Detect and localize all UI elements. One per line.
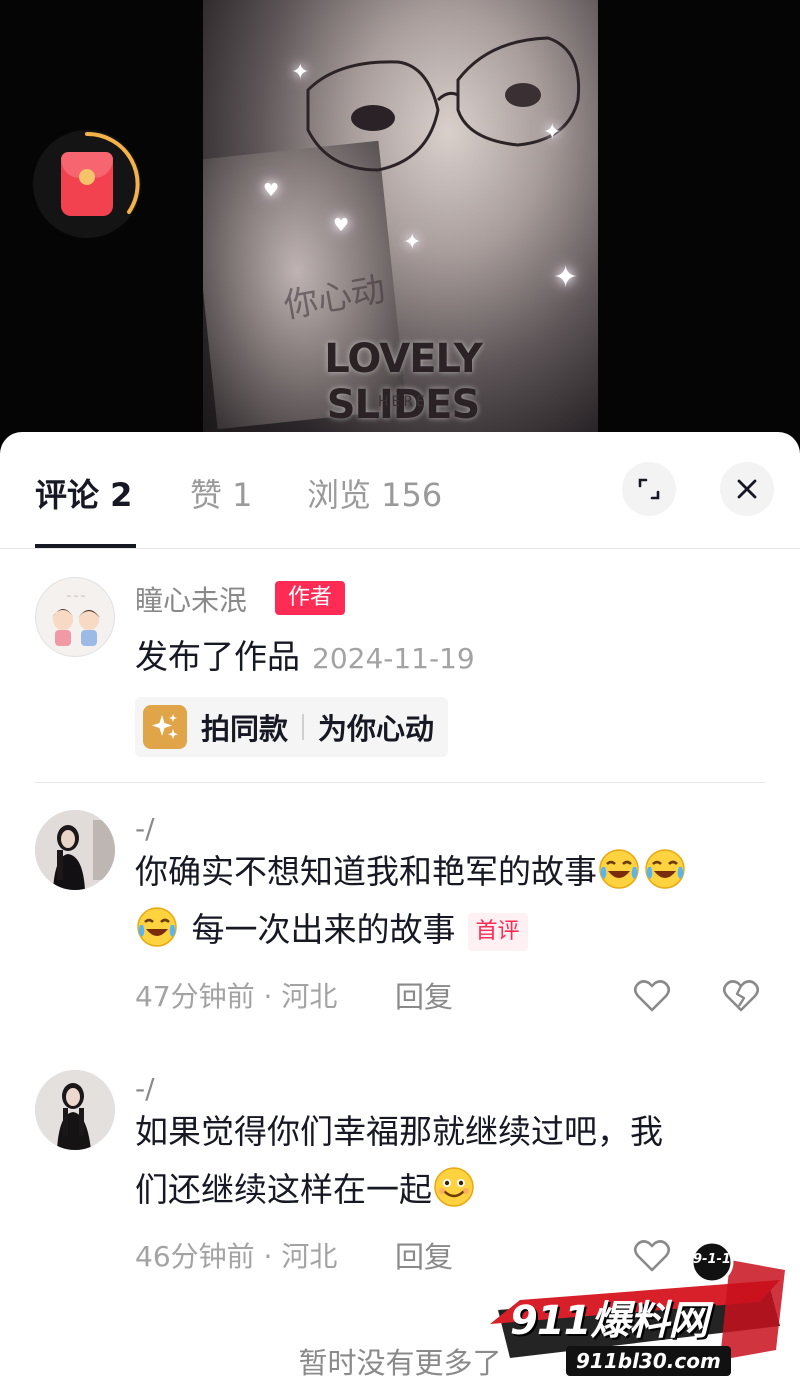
laugh-cry-emoji-icon [643,847,687,891]
watermark-url: 911bl30.com [566,1346,731,1376]
reply-button[interactable]: 回复 [395,1234,453,1276]
template-label: 拍同款 [201,712,289,746]
sparkle-icon [143,705,187,749]
sparkle-icon: ✦ [403,230,422,255]
like-heart-icon[interactable] [632,976,672,1016]
expand-icon [638,478,660,500]
chip-divider [302,714,305,740]
tab-views[interactable]: 浏览 156 [307,470,442,516]
reply-button[interactable]: 回复 [395,974,453,1016]
author-badge: 作者 [275,581,345,615]
sparkle-icon: ✦ [543,120,562,145]
sparkle-icon: ♥ [263,180,280,201]
comment-time-location: 46分钟前 · 河北 [135,1240,338,1273]
sheet-tabs: 评论 2 赞 1 浏览 156 [0,432,800,549]
avatar[interactable] [35,810,115,890]
active-tab-indicator [35,544,136,548]
sparkle-icon: ♥ [333,215,350,236]
post-date: 2024-11-19 [312,642,475,675]
tab-likes[interactable]: 赞 1 [190,470,253,516]
avatar[interactable] [35,1070,115,1150]
video-player[interactable]: ✦ ✦ ✦ ✦ ♥ ♥ 你心动 LOVELY SLIDES HERE [0,0,800,440]
close-icon [737,479,757,499]
red-envelope-icon [61,152,113,216]
avatar[interactable]: ~ ~ ~ [35,577,115,657]
sparkle-icon: ✦ [291,60,310,85]
dislike-broken-heart-icon[interactable] [721,976,761,1016]
first-comment-badge: 首评 [467,912,528,951]
watermark-brand: 911爆料网 [510,1298,708,1344]
video-glasses-graphic [306,36,581,172]
watermark-badge: 9-1-1 [693,1252,731,1267]
comment-username[interactable]: -/ [135,812,155,845]
smile-emoji-icon [432,1165,476,1209]
author-username[interactable]: 瞳心未泯 [135,579,247,619]
video-overlay-sub: HERE [378,394,428,410]
comment-text-line1: 你确实不想知道我和艳军的故事 [135,844,689,900]
comment-text-line1: 如果觉得你们幸福那就继续过吧，我 [135,1112,663,1151]
use-template-button[interactable]: 拍同款 为你心动 [135,697,449,757]
tab-comments[interactable]: 评论 2 [35,470,132,516]
svg-text:~ ~ ~: ~ ~ ~ [67,593,86,600]
comment-text-line2: 每一次出来的故事 首评 [135,902,528,958]
template-song-name: 为你心动 [318,712,435,746]
laugh-cry-emoji-icon [135,905,179,949]
comment-time-location: 47分钟前 · 河北 [135,980,338,1013]
site-watermark-logo: 9-1-1 911爆料网 911bl30.com [480,1240,790,1385]
comment-text-line2: 们还继续这样在一起 [135,1162,478,1218]
author-post-text: 发布了作品 2024-11-19 [135,637,475,676]
expand-button[interactable] [622,462,676,516]
sparkle-icon: ✦ [553,260,579,295]
comment-username[interactable]: -/ [135,1072,155,1105]
close-button[interactable] [720,462,774,516]
section-divider [35,782,765,783]
video-frame[interactable]: ✦ ✦ ✦ ✦ ♥ ♥ 你心动 LOVELY SLIDES HERE [203,0,598,440]
red-packet-button[interactable] [33,130,141,238]
laugh-cry-emoji-icon [597,847,641,891]
screen: ✦ ✦ ✦ ✦ ♥ ♥ 你心动 LOVELY SLIDES HERE 评论 2 … [0,0,800,1389]
video-overlay-title: LOVELY SLIDES [324,336,483,428]
